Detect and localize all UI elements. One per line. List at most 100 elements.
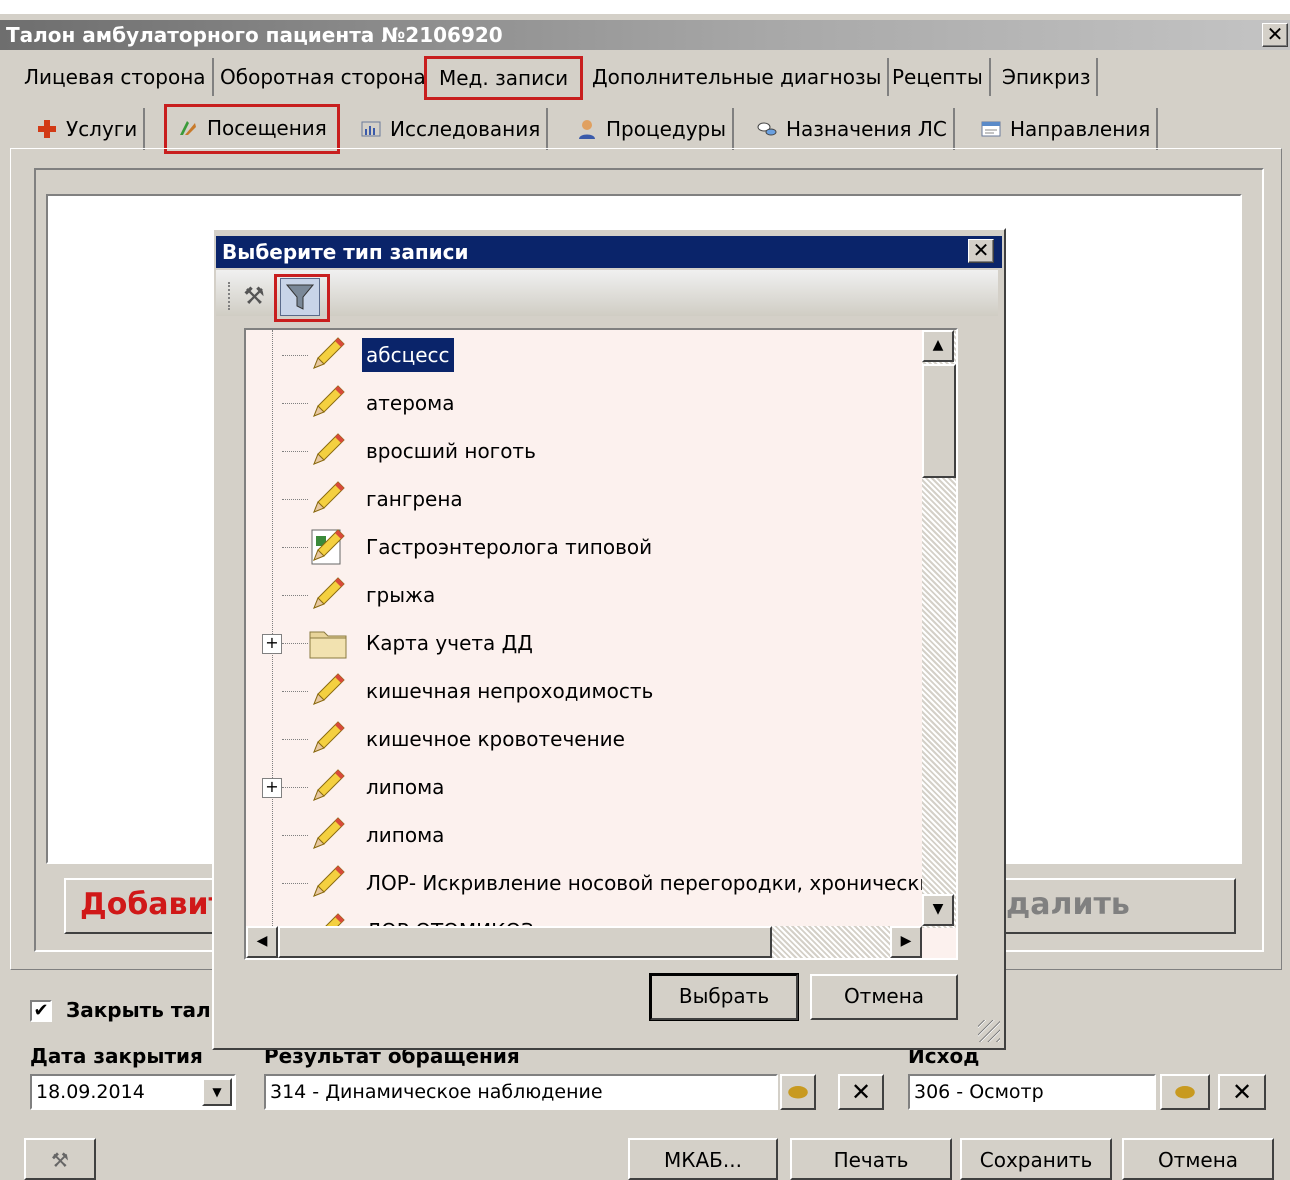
expand-icon[interactable]: + (262, 778, 282, 798)
tree-item-label: абсцесс (362, 338, 454, 372)
tools-icon: ⚒ (51, 1148, 69, 1172)
tab-drug-prescriptions[interactable]: Назначения ЛС (750, 108, 955, 150)
mkab-button[interactable]: МКАБ... (628, 1138, 778, 1180)
pencil-icon (313, 673, 345, 705)
tree-item[interactable]: атерома (246, 380, 926, 428)
tree-item[interactable]: Гастроэнтеролога типовой (246, 524, 926, 572)
tree-item-label: Карта учета ДД (366, 631, 533, 655)
save-button[interactable]: Сохранить (960, 1138, 1112, 1180)
tree-connector (282, 739, 308, 740)
person-icon (579, 120, 595, 139)
pencil-icon (313, 817, 345, 849)
print-button[interactable]: Печать (790, 1138, 952, 1180)
tree-item[interactable]: кишечное кровотечение (246, 716, 926, 764)
delete-button[interactable]: далить (996, 878, 1236, 934)
tree-connector (282, 355, 308, 356)
tree-item[interactable]: + липома (246, 764, 926, 812)
outcome-lookup-button[interactable]: ⬬ (1160, 1074, 1210, 1110)
pencil-icon (313, 721, 345, 753)
tree-connector (282, 403, 308, 404)
filter-button[interactable] (280, 278, 320, 316)
tree-connector (282, 835, 308, 836)
tab-services[interactable]: Услуги (30, 108, 146, 150)
tab-research[interactable]: Исследования (354, 108, 549, 150)
tree-item[interactable]: вросший ноготь (246, 428, 926, 476)
dialog-title: Выберите тип записи (216, 236, 1002, 268)
folder-icon (309, 631, 347, 659)
tab-referrals[interactable]: Направления (974, 108, 1159, 150)
horizontal-scroll-thumb[interactable] (278, 926, 772, 958)
form-icon (311, 529, 345, 565)
tree-item-label: гангрена (366, 487, 463, 511)
date-close-label: Дата закрытия (30, 1044, 203, 1068)
tools-icon[interactable]: ⚒ (238, 280, 270, 312)
tree-item[interactable]: липома (246, 812, 926, 860)
pencil-icon (313, 769, 345, 801)
pencil-icon (313, 481, 345, 513)
tree-item[interactable]: кишечная непроходимость (246, 668, 926, 716)
tab-procedures[interactable]: Процедуры (570, 108, 735, 150)
pencil-icon (313, 433, 345, 465)
dialog-cancel-button[interactable]: Отмена (810, 974, 958, 1020)
tree-item-label: атерома (366, 391, 455, 415)
tree-connector (282, 883, 308, 884)
tree-item-label: грыжа (366, 583, 436, 607)
outcome-clear-button[interactable]: ✕ (1218, 1074, 1266, 1110)
close-talon-checkbox[interactable]: ✔ (30, 1000, 52, 1022)
tab-med-records[interactable]: Мед. записи (424, 56, 584, 100)
tab-epicrisis[interactable]: Эпикриз (996, 58, 1099, 96)
scroll-right-button[interactable]: ▶ (890, 926, 922, 958)
scroll-left-button[interactable]: ◀ (246, 926, 278, 958)
result-clear-button[interactable]: ✕ (838, 1074, 884, 1110)
visits-icon (180, 121, 196, 135)
tab-prescriptions[interactable]: Рецепты (886, 58, 991, 96)
pencil-icon (313, 385, 345, 417)
pencil-icon (313, 865, 345, 897)
outcome-field[interactable]: 306 - Осмотр (908, 1074, 1156, 1110)
tree-item-label: кишечная непроходимость (366, 679, 654, 703)
result-lookup-button[interactable]: ⬬ (780, 1074, 816, 1110)
tools-button[interactable]: ⚒ (24, 1138, 96, 1180)
scroll-up-button[interactable]: ▲ (922, 330, 954, 362)
tree-item-label: вросший ноготь (366, 439, 536, 463)
expand-icon[interactable]: + (262, 634, 282, 654)
scroll-down-button[interactable]: ▼ (922, 894, 954, 926)
tree-item[interactable]: + Карта учета ДД (246, 620, 926, 668)
result-field[interactable]: 314 - Динамическое наблюдение (264, 1074, 778, 1110)
tree-item[interactable]: ЛОР- Искривление носовой перегородки, хр… (246, 860, 945, 908)
record-type-tree[interactable]: абсцесс атерома вросший ноготь гангрена Гаст… (244, 328, 958, 960)
window-title: Талон амбулаторного пациента №2106920 (0, 20, 1290, 50)
dialog-toolbar (216, 270, 998, 316)
clear-icon: ✕ (1231, 1078, 1253, 1106)
tree-connector (282, 643, 308, 644)
tab-additional-diagnoses[interactable]: Дополнительные диагнозы (586, 58, 890, 96)
dialog-close-button[interactable]: ✕ (968, 239, 994, 263)
tree-connector (282, 787, 308, 788)
pencil-icon (313, 577, 345, 609)
window-close-button[interactable]: ✕ (1262, 23, 1288, 47)
tree-item[interactable]: абсцесс (246, 332, 926, 380)
tree-connector (282, 451, 308, 452)
date-dropdown-button[interactable]: ▼ (202, 1078, 232, 1106)
red-cross-icon (38, 120, 56, 138)
toolbar-grip (228, 282, 230, 310)
tree-item-label: липома (366, 823, 445, 847)
vertical-scroll-thumb[interactable] (922, 364, 956, 478)
tree-connector (282, 547, 308, 548)
tab-back-side[interactable]: Оборотная сторона (214, 58, 434, 96)
tab-front-side[interactable]: Лицевая сторона (18, 58, 214, 96)
tree-item-label: кишечное кровотечение (366, 727, 625, 751)
tree-item-label: липома (366, 775, 445, 799)
tab-visits[interactable]: Посещения (164, 104, 340, 154)
tree-item[interactable]: гангрена (246, 476, 926, 524)
tree-connector (282, 499, 308, 500)
lookup-icon: ⬬ (1174, 1078, 1196, 1106)
clear-icon: ✕ (850, 1078, 872, 1106)
tree-item[interactable]: грыжа (246, 572, 926, 620)
add-button[interactable]: Добавит (64, 878, 226, 934)
resize-grip[interactable] (978, 1020, 1000, 1042)
select-button[interactable]: Выбрать (649, 973, 799, 1021)
document-icon (981, 121, 1001, 137)
filter-icon (285, 284, 315, 310)
cancel-button[interactable]: Отмена (1122, 1138, 1274, 1180)
